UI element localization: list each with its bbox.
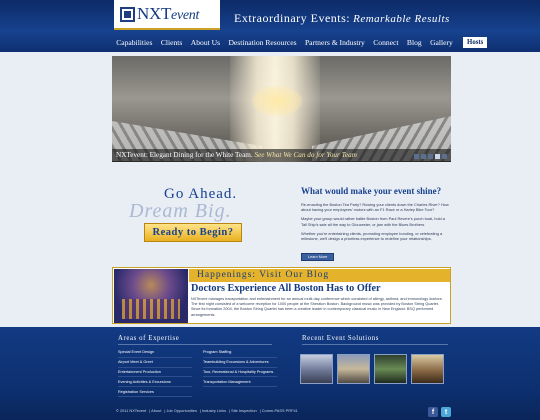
site-header: NXTevent Extraordinary Events: Remarkable… — [0, 0, 540, 52]
blog-bar: Happenings: Visit Our Blog — [189, 269, 450, 282]
slide-indicators — [414, 154, 447, 159]
expertise-column-2: Program Staffing Teambuilding Excursions… — [203, 348, 277, 388]
divider — [302, 344, 448, 345]
footer-link-about[interactable]: About — [151, 408, 161, 413]
event-thumbnail[interactable] — [411, 354, 444, 384]
nav-item-blog[interactable]: Blog — [403, 35, 426, 51]
tagline-caps: Extraordinary Events: — [234, 11, 351, 25]
slide-dot[interactable] — [442, 154, 447, 159]
blog-headline[interactable]: Doctors Experience All Boston Has to Off… — [191, 283, 381, 294]
hero-slideshow[interactable]: NXTevent: Elegant Dining for the White T… — [112, 56, 451, 162]
expertise-link[interactable]: Airport Meet & Greet — [118, 358, 192, 368]
ready-to-begin-button[interactable]: Ready to Begin? — [144, 223, 242, 242]
nav-item-connect[interactable]: Connect — [369, 35, 403, 51]
event-shine-section: What would make your event shine? Re-ena… — [301, 186, 451, 263]
divider — [118, 344, 272, 345]
blog-image[interactable] — [114, 269, 188, 323]
shine-paragraph: Whether you're entertaining clients, pro… — [301, 230, 443, 242]
nav-item-capabilities[interactable]: Capabilities — [112, 35, 157, 51]
shine-paragraph: Maybe your group would rather battle Bos… — [301, 216, 445, 227]
event-thumbnail[interactable] — [337, 354, 370, 384]
nav-item-clients[interactable]: Clients — [157, 35, 187, 51]
expertise-column-1: Special Event Design Airport Meet & Gree… — [118, 348, 192, 397]
slide-dot[interactable] — [414, 154, 419, 159]
event-thumbnail[interactable] — [300, 354, 333, 384]
blog-feature: Happenings: Visit Our Blog Doctors Exper… — [112, 267, 451, 324]
event-thumbnail[interactable] — [374, 354, 407, 384]
footer-bottom-links: © 2011 NXTevent | About | Job Opportunitie… — [116, 408, 298, 413]
slide-dot[interactable] — [421, 154, 426, 159]
twitter-icon[interactable]: t — [441, 407, 451, 417]
cta-script: Dream Big. — [129, 200, 232, 222]
site-footer: Areas of Expertise Special Event Design … — [0, 327, 540, 420]
slide-dot[interactable] — [428, 154, 433, 159]
expertise-link[interactable]: Teambuilding Excursions & Adventures — [203, 358, 277, 368]
expertise-link[interactable]: Tour, Recreational & Hospitality Program… — [203, 368, 277, 378]
expertise-link[interactable]: Transportation Management — [203, 377, 277, 388]
slide-dot[interactable] — [435, 154, 440, 159]
copyright-text: © 2011 NXTevent — [116, 408, 147, 413]
logo-text: NXTevent — [137, 4, 200, 23]
expertise-link[interactable]: Registration Services — [118, 387, 192, 397]
hero-image-centerpiece — [252, 86, 302, 116]
site-logo[interactable]: NXTevent — [114, 0, 220, 30]
recent-solutions-title: Recent Event Solutions — [302, 335, 380, 342]
expertise-link[interactable]: Evening Activities & Excursions — [118, 377, 192, 388]
facebook-icon[interactable]: f — [428, 407, 438, 417]
expertise-link[interactable]: Entertainment Production — [118, 368, 192, 378]
cta-block: Go Ahead. Dream Big. Ready to Begin? — [124, 186, 284, 246]
hero-caption-lead: NXTevent: Elegant Dining for the White T… — [116, 151, 253, 159]
footer-link-site-inspection[interactable]: Site Inspection — [231, 408, 257, 413]
main-nav: Capabilities Clients About Us Destinatio… — [0, 35, 540, 51]
footer-link-comm-pass[interactable]: Comm-PASS PRF41 — [262, 408, 298, 413]
expertise-title: Areas of Expertise — [118, 335, 180, 342]
shine-paragraph: Re-enacting the Boston Tea Party? Rowing… — [301, 202, 449, 213]
nav-item-gallery[interactable]: Gallery — [426, 35, 457, 51]
site-tagline: Extraordinary Events: Remarkable Results — [234, 11, 450, 26]
nav-item-partners-industry[interactable]: Partners & Industry — [301, 35, 369, 51]
hero-caption-link[interactable]: See What We Can do for Your Team — [254, 151, 356, 159]
hosts-logo-link[interactable]: Hosts — [463, 37, 488, 48]
blog-excerpt: NXTevent manages transportation and ente… — [191, 297, 443, 317]
blog-bar-title[interactable]: Happenings: Visit Our Blog — [197, 270, 329, 280]
expertise-link[interactable]: Program Staffing — [203, 348, 277, 358]
shine-title: What would make your event shine? — [301, 186, 442, 196]
nav-item-destination-resources[interactable]: Destination Resources — [224, 35, 301, 51]
expertise-link[interactable]: Special Event Design — [118, 348, 192, 358]
social-links: f t — [428, 407, 451, 417]
footer-link-jobs[interactable]: Job Opportunities — [166, 408, 197, 413]
nav-item-about-us[interactable]: About Us — [187, 35, 225, 51]
hero-caption: NXTevent: Elegant Dining for the White T… — [112, 149, 451, 162]
tagline-script: Remarkable Results — [353, 13, 450, 25]
recent-solutions-thumbnails — [300, 354, 444, 384]
footer-link-industry[interactable]: Industry Links — [202, 408, 226, 413]
learn-more-button[interactable]: Learn More — [301, 253, 335, 262]
logo-mark-icon — [120, 6, 135, 22]
